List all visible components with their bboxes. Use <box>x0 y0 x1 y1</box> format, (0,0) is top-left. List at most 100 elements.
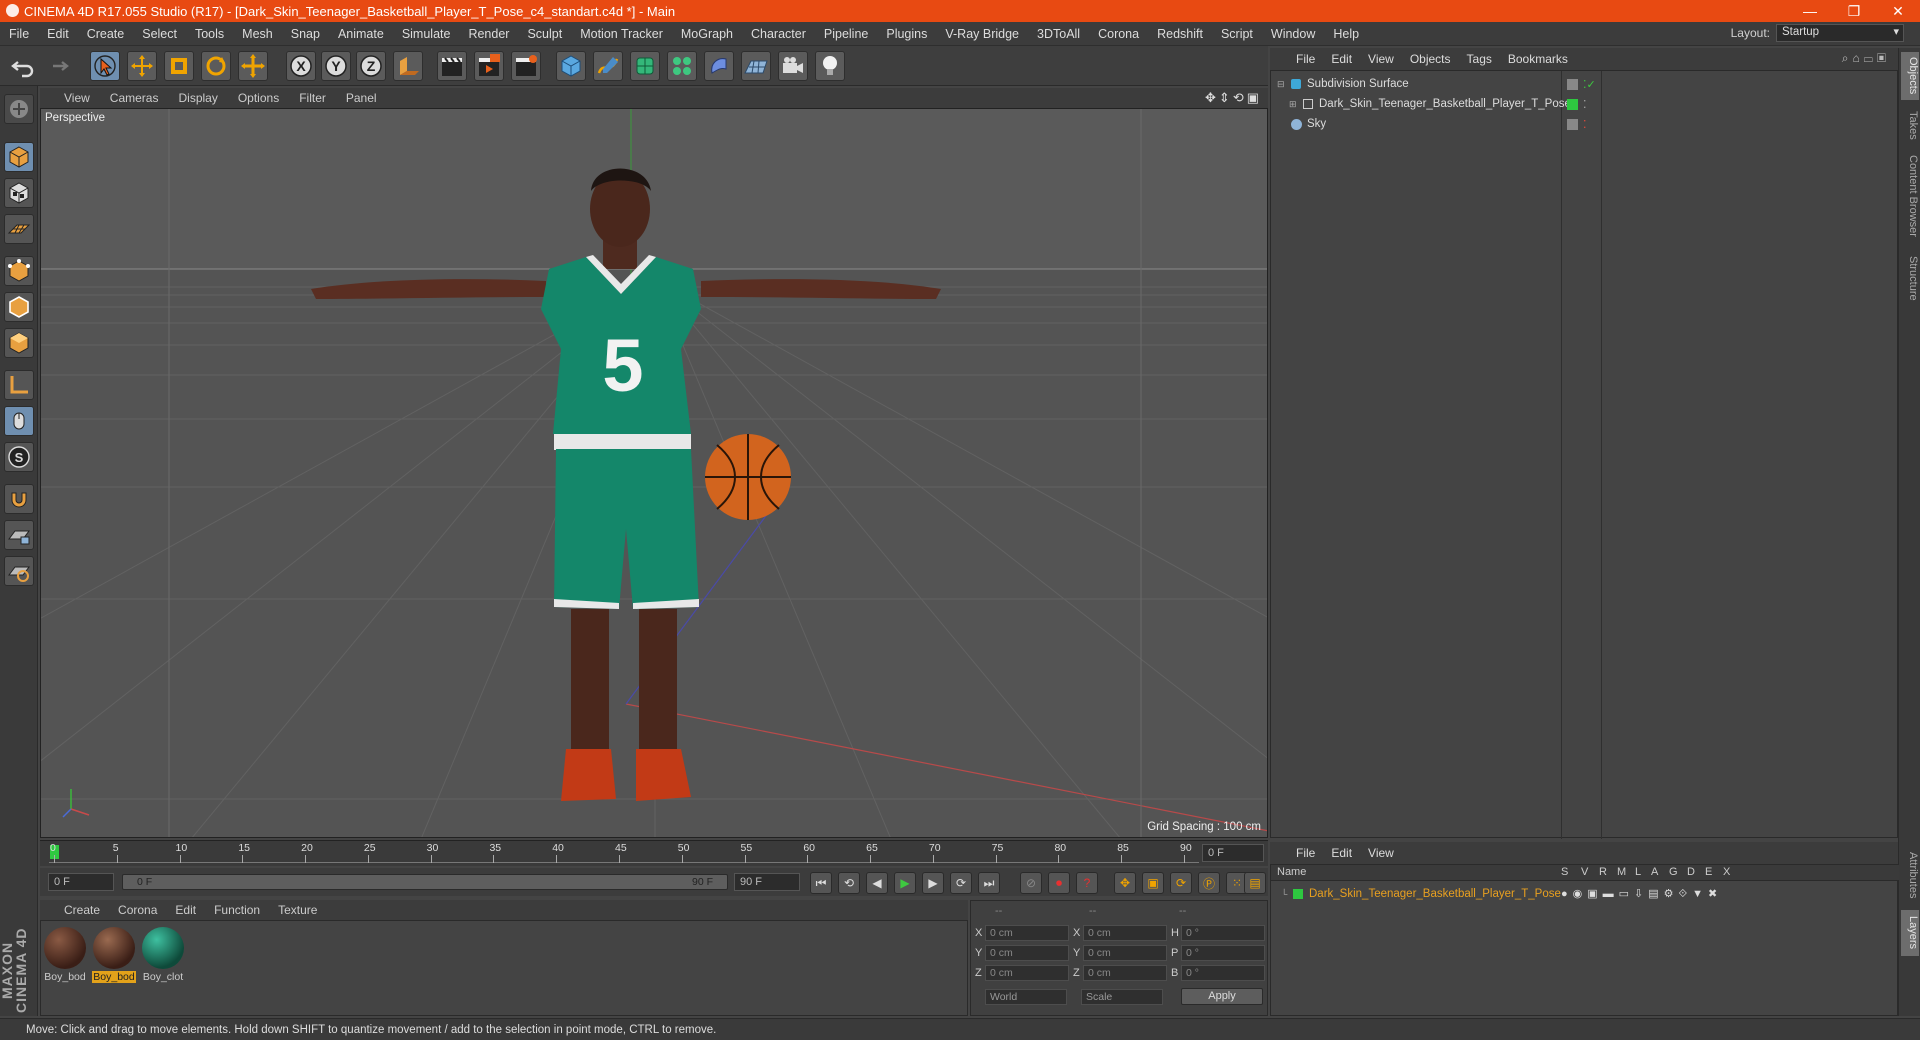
layer-menu-view[interactable]: View <box>1360 846 1402 860</box>
timeline-window-button[interactable]: ▤ <box>1244 872 1266 894</box>
layer-menu-edit[interactable]: Edit <box>1323 846 1360 860</box>
material-menu-create[interactable]: Create <box>40 903 109 917</box>
menu-create[interactable]: Create <box>78 27 134 41</box>
workplane-lock-button[interactable] <box>4 520 34 550</box>
menu-select[interactable]: Select <box>133 27 186 41</box>
menu-simulate[interactable]: Simulate <box>393 27 460 41</box>
layer-menu-file[interactable]: File <box>1288 846 1323 860</box>
axis-mode-button[interactable] <box>4 370 34 400</box>
object-manager-search-icon[interactable]: ⌕⌂▭▣ <box>1842 51 1890 66</box>
rotation-b-field[interactable]: 0 ° <box>1181 965 1265 981</box>
key-position-button[interactable]: ✥ <box>1114 872 1136 894</box>
layer-row[interactable]: └ Dark_Skin_Teenager_Basketball_Player_T… <box>1271 885 1899 903</box>
play-button[interactable]: ▶ <box>894 872 916 894</box>
add-mograph-button[interactable] <box>667 51 697 81</box>
menu-pipeline[interactable]: Pipeline <box>815 27 877 41</box>
next-keyframe-button[interactable]: ⟳ <box>950 872 972 894</box>
tab-content-browser[interactable]: Content Browser <box>1901 148 1919 244</box>
timeline-ruler[interactable]: 0 5 10 15 20 25 30 35 40 45 50 55 60 65 70 75 80 85 90 0 F <box>40 840 1268 866</box>
menu-character[interactable]: Character <box>742 27 815 41</box>
menu-help[interactable]: Help <box>1324 27 1368 41</box>
model-mode-button[interactable] <box>4 142 34 172</box>
visibility-dots-icon[interactable]: ⁚✓ <box>1583 78 1596 91</box>
material-menu-texture[interactable]: Texture <box>269 903 326 917</box>
object-menu-objects[interactable]: Objects <box>1402 52 1459 66</box>
layer-toggle-icons[interactable]: ●◉▣▬▭⇩▤⚙⟐▼✖ <box>1561 887 1722 901</box>
menu-mograph[interactable]: MoGraph <box>672 27 742 41</box>
rotation-p-field[interactable]: 0 ° <box>1181 945 1265 961</box>
menu-render[interactable]: Render <box>459 27 518 41</box>
menu-corona[interactable]: Corona <box>1089 27 1148 41</box>
layer-tag-icon[interactable] <box>1567 78 1578 90</box>
object-menu-tags[interactable]: Tags <box>1459 52 1500 66</box>
add-spline-button[interactable] <box>593 51 623 81</box>
previous-keyframe-button[interactable]: ⟲ <box>838 872 860 894</box>
menu-animate[interactable]: Animate <box>329 27 393 41</box>
layer-col-l[interactable]: L <box>1635 866 1641 878</box>
menu-script[interactable]: Script <box>1212 27 1262 41</box>
material-menu-edit[interactable]: Edit <box>166 903 205 917</box>
previous-frame-button[interactable]: ◀ <box>866 872 888 894</box>
visibility-dots-icon[interactable]: ⁚ <box>1583 118 1587 131</box>
texture-mode-button[interactable] <box>4 178 34 208</box>
material-menu-function[interactable]: Function <box>205 903 269 917</box>
add-camera-button[interactable] <box>778 51 808 81</box>
workplane-mode-button[interactable] <box>4 214 34 244</box>
minimize-button[interactable]: — <box>1788 0 1832 22</box>
object-row-sky[interactable]: Sky ⁚ <box>1271 115 1899 133</box>
menu-edit[interactable]: Edit <box>38 27 78 41</box>
size-mode-dropdown[interactable]: Scale <box>1081 989 1163 1005</box>
rotation-h-field[interactable]: 0 ° <box>1181 925 1265 941</box>
scale-tool[interactable] <box>164 51 194 81</box>
viewport-menu-options[interactable]: Options <box>228 91 289 105</box>
layer-color-tag-icon[interactable] <box>1567 98 1578 110</box>
transform-tool[interactable] <box>238 51 268 81</box>
object-row-player[interactable]: ⊞ Dark_Skin_Teenager_Basketball_Player_T… <box>1271 95 1899 113</box>
layer-col-e[interactable]: E <box>1705 866 1712 878</box>
y-axis-lock-button[interactable]: Y <box>321 51 351 81</box>
current-frame-field[interactable]: 0 F <box>1202 844 1264 862</box>
autokey-button[interactable]: ⏺ <box>1048 872 1070 894</box>
restore-button[interactable]: ❐ <box>1832 0 1876 22</box>
z-axis-lock-button[interactable]: Z <box>356 51 386 81</box>
viewport-menu-cameras[interactable]: Cameras <box>100 91 169 105</box>
viewport-menu-panel[interactable]: Panel <box>336 91 387 105</box>
coordinate-system-button[interactable] <box>393 51 423 81</box>
render-settings-button[interactable] <box>511 51 541 81</box>
object-menu-file[interactable]: File <box>1288 52 1323 66</box>
rotate-tool[interactable] <box>201 51 231 81</box>
layer-col-d[interactable]: D <box>1687 866 1695 878</box>
size-z-field[interactable]: 0 cm <box>1083 965 1167 981</box>
x-axis-lock-button[interactable]: X <box>286 51 316 81</box>
make-editable-button[interactable] <box>4 94 34 124</box>
menu-vray-bridge[interactable]: V-Ray Bridge <box>936 27 1028 41</box>
key-parameter-button[interactable]: Ⓟ <box>1198 872 1220 894</box>
layer-tag-icon[interactable] <box>1567 118 1578 130</box>
tweak-mode-button[interactable] <box>4 406 34 436</box>
material-item[interactable]: Boy_clot <box>141 927 185 983</box>
keyframe-selection-button[interactable]: ? <box>1076 872 1098 894</box>
size-x-field[interactable]: 0 cm <box>1083 925 1167 941</box>
start-frame-field[interactable]: 0 F <box>48 873 114 891</box>
object-menu-view[interactable]: View <box>1360 52 1402 66</box>
tab-structure[interactable]: Structure <box>1901 248 1919 308</box>
material-item-active[interactable]: Boy_bod <box>92 927 136 983</box>
coordinate-space-dropdown[interactable]: World <box>985 989 1067 1005</box>
material-item[interactable]: Boy_bod <box>43 927 87 983</box>
apply-button[interactable]: Apply <box>1181 988 1263 1005</box>
render-view-button[interactable] <box>437 51 467 81</box>
menu-window[interactable]: Window <box>1262 27 1324 41</box>
visibility-dots-icon[interactable]: ⁚ <box>1583 98 1587 111</box>
render-to-picture-viewer-button[interactable] <box>474 51 504 81</box>
layer-col-v[interactable]: V <box>1581 866 1588 878</box>
layer-color-swatch[interactable] <box>1293 889 1303 899</box>
redo-button[interactable] <box>42 51 72 81</box>
viewport-menu-display[interactable]: Display <box>168 91 227 105</box>
key-scale-button[interactable]: ▣ <box>1142 872 1164 894</box>
expand-icon[interactable]: ⊞ <box>1289 99 1297 110</box>
close-button[interactable]: ✕ <box>1876 0 1920 22</box>
object-menu-bookmarks[interactable]: Bookmarks <box>1500 52 1576 66</box>
menu-file[interactable]: File <box>0 27 38 41</box>
perspective-viewport[interactable]: 5 Perspective Grid Spacing: 100 cm <box>40 108 1268 838</box>
menu-3dtoall[interactable]: 3DToAll <box>1028 27 1089 41</box>
